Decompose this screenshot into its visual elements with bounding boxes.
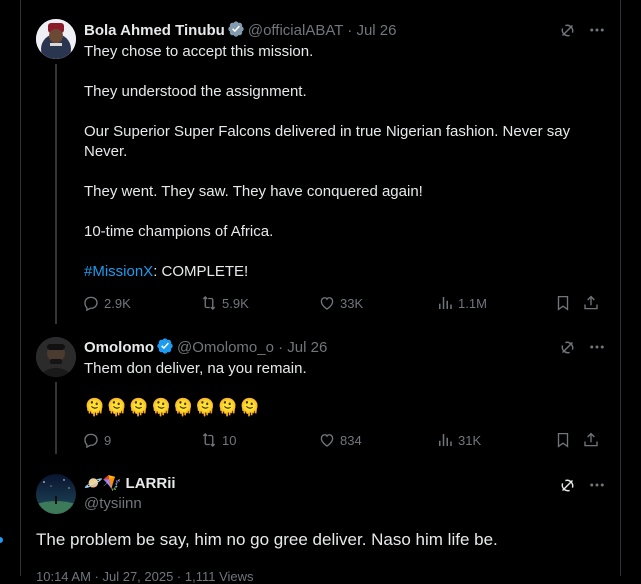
reply-button[interactable]: 9 <box>82 431 111 449</box>
like-count: 33K <box>340 295 364 311</box>
bookmark-button[interactable] <box>554 431 572 449</box>
timestamp[interactable]: Jul 26 <box>287 339 327 356</box>
more-options-icon[interactable] <box>588 476 606 494</box>
views-button[interactable]: 31K <box>436 431 481 449</box>
bookmark-icon <box>557 432 569 448</box>
avatar-larrii[interactable] <box>36 474 76 514</box>
handle[interactable]: @tysiinn <box>84 495 142 512</box>
verified-blue-icon <box>156 337 174 361</box>
views-count: 31K <box>458 432 482 448</box>
left-border <box>20 0 21 576</box>
repost-count: 5.9K <box>222 295 249 311</box>
tweet-1-actions: 2.9K 5.9K 33K 1.1M <box>82 294 602 314</box>
share-button[interactable] <box>582 431 600 449</box>
views-count: 1.1M <box>458 295 487 311</box>
tweet-2-actions: 9 10 834 31K <box>82 431 602 451</box>
thread-line <box>55 64 57 324</box>
main-tweet-top-actions <box>558 476 606 494</box>
tweet-1-top-actions <box>558 21 606 39</box>
tweet-2-top-actions <box>558 338 606 356</box>
share-button[interactable] <box>582 294 600 312</box>
like-button[interactable]: 33K <box>318 294 363 312</box>
main-tweet-header: 🪐🪁 LARRii <box>84 474 176 494</box>
unread-indicator <box>0 537 3 543</box>
more-options-icon[interactable] <box>588 21 606 39</box>
tweet-2-text: Them don deliver, na you remain. <box>84 360 307 377</box>
tweet-1-line-6: 10-time champions of Africa. <box>84 223 274 240</box>
timestamp[interactable]: Jul 26 <box>356 22 396 39</box>
views-chart-icon <box>439 434 452 446</box>
heart-icon <box>320 434 334 447</box>
tweet-2-emojis: 🫠🫠🫠🫠🫠🫠🫠🫠 <box>84 398 262 417</box>
repost-icon <box>202 296 216 310</box>
reply-icon <box>84 433 98 449</box>
grok-icon[interactable] <box>558 338 576 356</box>
main-tweet-meta: 10:14 AM · Jul 27, 2025 · 1,111 Views <box>36 569 254 584</box>
share-icon <box>584 295 598 310</box>
heart-icon <box>320 297 334 310</box>
reply-icon <box>84 296 98 312</box>
tweet-1-line-4: Never. <box>84 143 128 160</box>
tweet-1-line-2: They understood the assignment. <box>84 83 307 100</box>
repost-icon <box>202 433 216 447</box>
handle[interactable]: @officialABAT <box>248 22 343 39</box>
share-icon <box>584 432 598 447</box>
tweet-1-line-5: They went. They saw. They have conquered… <box>84 183 423 200</box>
like-button[interactable]: 834 <box>318 431 362 449</box>
tweet-1-line-7: #MissionX: COMPLETE! <box>84 263 249 280</box>
display-name[interactable]: Bola Ahmed Tinubu <box>84 22 225 39</box>
hashtag-link[interactable]: #MissionX <box>84 263 153 280</box>
handle[interactable]: @Omolomo_o <box>177 339 274 356</box>
avatar-omolomo[interactable] <box>36 337 76 377</box>
grok-icon[interactable] <box>558 476 576 494</box>
display-name[interactable]: Omolomo <box>84 339 154 356</box>
like-count: 834 <box>340 432 362 448</box>
reply-button[interactable]: 2.9K <box>82 294 131 312</box>
tweet-1-header: Bola Ahmed Tinubu @officialABAT · Jul 26 <box>84 20 397 44</box>
verified-gray-icon <box>227 20 245 44</box>
main-tweet-handle-row: @tysiinn <box>84 494 142 514</box>
tweet-1-line-3: Our Superior Super Falcons delivered in … <box>84 123 571 140</box>
avatar-tinubu[interactable] <box>36 19 76 59</box>
repost-button[interactable]: 10 <box>200 431 236 449</box>
more-options-icon[interactable] <box>588 338 606 356</box>
tweet-2-header: Omolomo @Omolomo_o · Jul 26 <box>84 337 327 361</box>
tweet-1-line-1: They chose to accept this mission. <box>84 43 314 60</box>
bookmark-icon <box>557 295 569 311</box>
repost-button[interactable]: 5.9K <box>200 294 249 312</box>
thread-line-2 <box>55 382 57 454</box>
display-name[interactable]: LARRii <box>126 475 176 492</box>
repost-count: 10 <box>222 432 237 448</box>
bookmark-button[interactable] <box>554 294 572 312</box>
reply-count: 9 <box>104 432 112 448</box>
grok-icon[interactable] <box>558 21 576 39</box>
right-border <box>620 0 621 576</box>
reply-count: 2.9K <box>104 295 131 311</box>
views-chart-icon <box>439 297 452 309</box>
main-tweet-text: The problem be say, him no go gree deliv… <box>36 530 498 549</box>
views-button[interactable]: 1.1M <box>436 294 487 312</box>
name-emojis: 🪐🪁 <box>84 475 122 492</box>
